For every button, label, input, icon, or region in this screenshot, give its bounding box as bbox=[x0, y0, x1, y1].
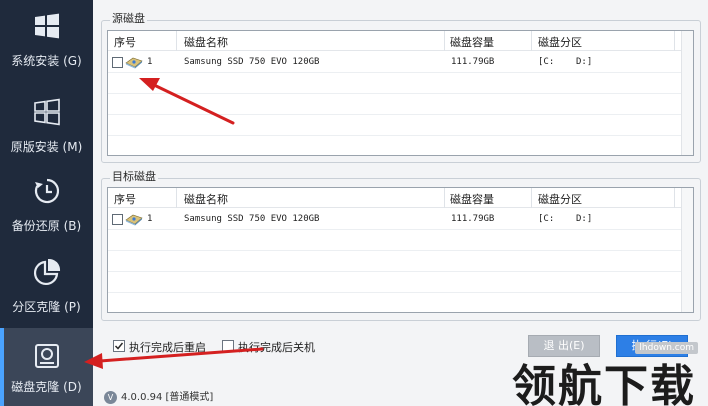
watermark-logo: 领航下载 lhdown.com bbox=[512, 342, 702, 406]
watermark-url: lhdown.com bbox=[635, 342, 698, 354]
app-window: 系统安装 (G) 原版安装 (M) 备份还原 (B) 分区克隆 (P) 磁盘克隆… bbox=[0, 0, 708, 406]
arrow-to-disk-clone bbox=[84, 347, 264, 369]
watermark-text: 领航下载 bbox=[512, 361, 696, 406]
arrow-to-source-checkbox bbox=[139, 78, 235, 125]
